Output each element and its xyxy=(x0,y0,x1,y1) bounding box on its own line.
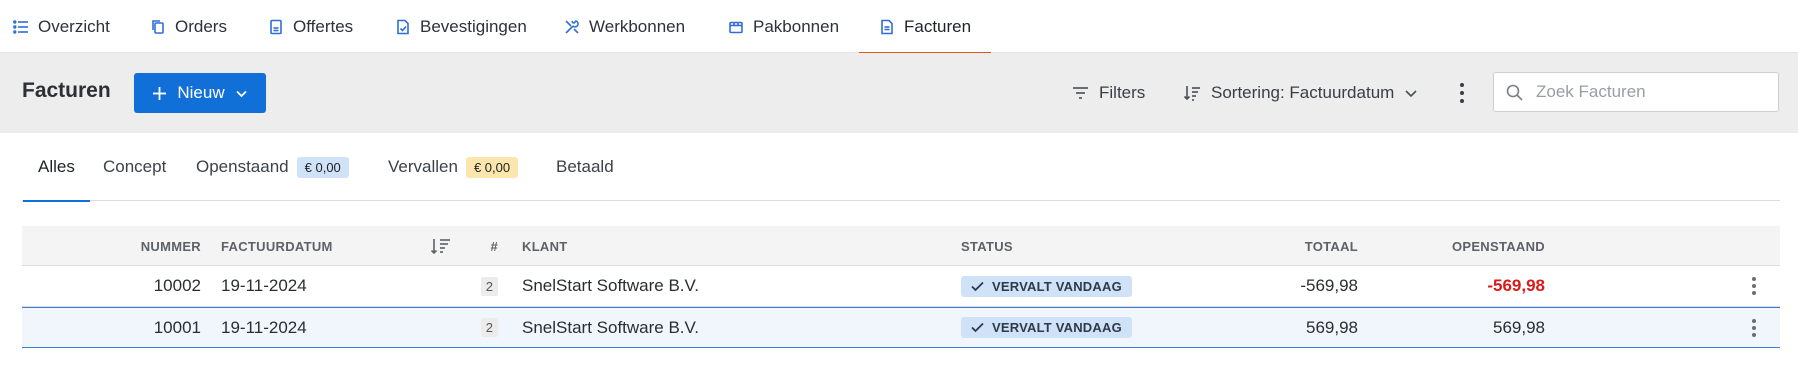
new-button[interactable]: Nieuw xyxy=(134,73,266,113)
invoice-icon xyxy=(881,19,893,34)
package-icon xyxy=(729,21,743,33)
new-button-label: Nieuw xyxy=(177,83,225,102)
sort-icon xyxy=(1183,86,1200,101)
nav-tab-label: Werkbonnen xyxy=(589,16,686,36)
tab-label: Vervallen xyxy=(388,157,458,176)
nav-tab-label: Orders xyxy=(175,16,227,36)
invoice-number: 10002 xyxy=(153,276,201,295)
chevron-down-icon xyxy=(235,90,247,97)
nav-tab-label: Pakbonnen xyxy=(753,16,840,36)
line-count: 2 xyxy=(462,308,498,347)
column-header-count[interactable]: # xyxy=(462,226,498,266)
search-input[interactable] xyxy=(1536,82,1756,102)
list-icon xyxy=(13,19,28,34)
column-header-totaal[interactable]: TOTAAL xyxy=(1202,226,1358,266)
invoice-date: 19-11-2024 xyxy=(221,317,307,337)
plus-icon xyxy=(153,86,167,100)
checkmark-icon xyxy=(971,322,984,333)
content-panel: Alles Concept Openstaand € 0,00 Vervalle… xyxy=(0,133,1798,368)
column-header-status[interactable]: STATUS xyxy=(961,226,1161,266)
search-icon xyxy=(1506,84,1523,101)
openstaand-amount-badge: € 0,00 xyxy=(296,156,349,178)
sort-label: Sortering: Factuurdatum xyxy=(1211,83,1395,102)
status-badge: VERVALT VANDAAG xyxy=(961,317,1132,338)
table-header: NUMMER FACTUURDATUM # KLANT STATUS TOTAA… xyxy=(22,226,1780,266)
line-count: 2 xyxy=(462,266,498,306)
outstanding-amount: -569,98 xyxy=(1487,276,1545,295)
column-header-klant[interactable]: KLANT xyxy=(522,226,722,266)
column-header-factuurdatum[interactable]: FACTUURDATUM xyxy=(221,226,371,266)
outstanding-amount: 569,98 xyxy=(1493,317,1545,337)
search-box[interactable] xyxy=(1493,72,1779,112)
tab-openstaand[interactable]: Openstaand € 0,00 xyxy=(196,133,349,201)
tab-vervallen[interactable]: Vervallen € 0,00 xyxy=(388,133,519,201)
table-row[interactable]: 10001 19-11-2024 2 SnelStart Software B.… xyxy=(22,307,1780,348)
chevron-down-icon xyxy=(1405,90,1417,98)
row-more-options-button[interactable] xyxy=(1746,308,1762,347)
tab-label: Alles xyxy=(38,157,75,176)
copy-icon xyxy=(152,19,164,34)
document-icon xyxy=(270,19,282,34)
status-badge: VERVALT VANDAAG xyxy=(961,275,1132,297)
invoices-table: NUMMER FACTUURDATUM # KLANT STATUS TOTAA… xyxy=(22,226,1780,348)
total-amount: 569,98 xyxy=(1306,317,1358,337)
tab-label: Concept xyxy=(103,157,167,176)
more-options-button[interactable] xyxy=(1454,79,1470,107)
tools-icon xyxy=(565,19,579,34)
filter-icon xyxy=(1073,87,1088,99)
top-navigation: Overzicht Orders Offertes Bevestigingen … xyxy=(0,0,1798,54)
tab-label: Betaald xyxy=(556,157,614,176)
page-title: Facturen xyxy=(22,79,111,102)
nav-tab-offertes[interactable]: Offertes xyxy=(268,0,353,53)
page-toolbar: Facturen Nieuw Filters Sortering: Factuu… xyxy=(0,53,1798,133)
column-header-openstaand[interactable]: OPENSTAAND xyxy=(1362,226,1545,266)
document-check-icon xyxy=(397,19,409,34)
sort-dropdown[interactable]: Sortering: Factuurdatum xyxy=(1183,73,1418,113)
customer-name: SnelStart Software B.V. xyxy=(522,276,700,295)
nav-tab-werkbonnen[interactable]: Werkbonnen xyxy=(564,0,685,53)
customer-name: SnelStart Software B.V. xyxy=(522,317,700,337)
table-row[interactable]: 10002 19-11-2024 2 SnelStart Software B.… xyxy=(22,266,1780,307)
nav-tab-label: Facturen xyxy=(904,16,972,36)
nav-tab-facturen[interactable]: Facturen xyxy=(858,0,992,54)
status-tabs: Alles Concept Openstaand € 0,00 Vervalle… xyxy=(22,133,1780,202)
tab-concept[interactable]: Concept xyxy=(103,133,166,201)
line-count-badge: 2 xyxy=(480,276,498,296)
nav-tab-pakbonnen[interactable]: Pakbonnen xyxy=(728,0,839,53)
sort-descending-icon[interactable] xyxy=(430,237,452,255)
nav-tab-label: Bevestigingen xyxy=(420,16,527,36)
filters-label: Filters xyxy=(1099,83,1146,102)
nav-tab-bevestigingen[interactable]: Bevestigingen xyxy=(395,0,527,53)
nav-tab-orders[interactable]: Orders xyxy=(150,0,227,53)
nav-tab-label: Offertes xyxy=(293,16,354,36)
line-count-badge: 2 xyxy=(480,318,498,337)
invoice-number: 10001 xyxy=(153,317,201,337)
vervallen-amount-badge: € 0,00 xyxy=(465,156,519,178)
status-text: VERVALT VANDAAG xyxy=(992,320,1122,335)
invoice-date: 19-11-2024 xyxy=(221,276,307,295)
status-text: VERVALT VANDAAG xyxy=(992,278,1122,294)
tab-alles[interactable]: Alles xyxy=(23,133,90,202)
filters-button[interactable]: Filters xyxy=(1072,73,1145,113)
tab-betaald[interactable]: Betaald xyxy=(556,133,614,201)
checkmark-icon xyxy=(971,281,984,291)
tab-label: Openstaand xyxy=(196,157,289,176)
row-more-options-button[interactable] xyxy=(1746,266,1762,306)
nav-tab-overzicht[interactable]: Overzicht xyxy=(13,0,110,53)
nav-tab-label: Overzicht xyxy=(38,16,110,36)
total-amount: -569,98 xyxy=(1300,276,1358,295)
column-header-nummer[interactable]: NUMMER xyxy=(22,226,201,266)
